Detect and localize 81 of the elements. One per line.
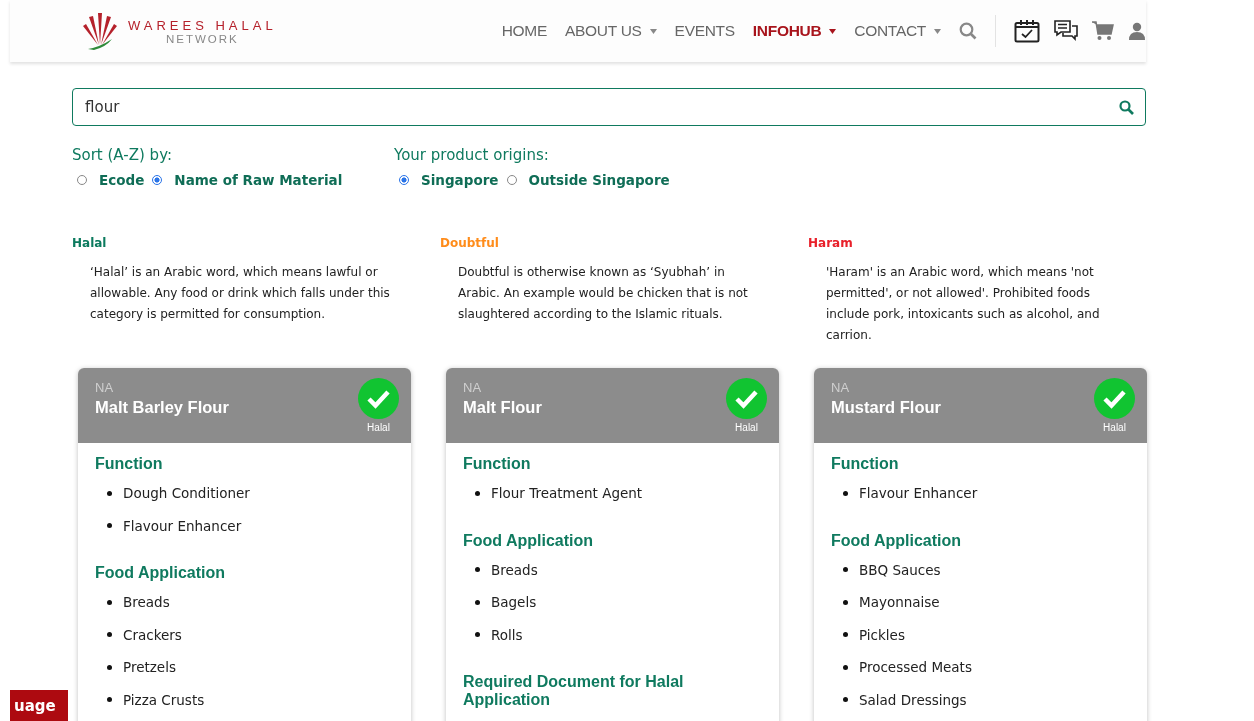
bullet-icon — [475, 599, 480, 605]
bullet-icon — [107, 664, 112, 670]
section-title: Food Application — [95, 564, 227, 582]
section-title: Food Application — [463, 531, 595, 550]
list-item: Flour Treatment Agent — [491, 485, 643, 502]
logo-subtitle: NETWORK — [165, 32, 239, 45]
section-title: Function — [95, 455, 164, 473]
list-item: Rolls — [491, 626, 523, 643]
user-icon[interactable] — [1128, 22, 1146, 40]
list-item: Bagels — [491, 594, 537, 611]
bullet-icon — [843, 664, 848, 670]
bullet-icon — [107, 632, 112, 638]
nav-link[interactable]: INFOHUB — [752, 22, 837, 40]
bullet-icon — [475, 632, 480, 638]
nav-link[interactable]: HOME — [501, 22, 548, 40]
ingredient-name: Malt Flour — [463, 398, 543, 417]
section-title: Food Application — [831, 531, 963, 550]
bullet-icon — [843, 697, 848, 703]
calendar-check-icon[interactable] — [1014, 19, 1040, 43]
check-circle-icon — [726, 378, 767, 419]
bullet-icon — [843, 567, 848, 573]
search-field[interactable]: flour — [72, 88, 1146, 126]
list-item: Flavour Enhancer — [859, 485, 978, 502]
legend-description: 'Haram' is an Arabic word, which means 'not permitted', or not allowed'. Prohibited foods include pork, intoxicants such as alcohol, and carrion. — [826, 264, 1101, 344]
bullet-icon — [107, 523, 112, 529]
radio-option[interactable]: Name of Raw Material — [152, 172, 343, 188]
bullet-icon — [107, 697, 112, 703]
section-title: Function — [463, 455, 532, 473]
bullet-icon — [475, 490, 480, 496]
status-label: Halal — [735, 422, 758, 433]
ingredient-code: NA — [831, 380, 851, 395]
list-item: Dough Conditioner — [123, 485, 250, 502]
status-label: Halal — [1103, 422, 1126, 433]
list-item: Flavour Enhancer — [123, 517, 242, 534]
search-icon[interactable] — [1119, 100, 1134, 115]
list-item: Breads — [123, 594, 170, 611]
radio-option[interactable]: Outside Singapore — [506, 172, 670, 188]
logo-icon — [82, 11, 118, 51]
radio-option[interactable]: Ecode — [77, 172, 145, 188]
bullet-icon — [107, 490, 112, 496]
check-circle-icon — [1094, 378, 1135, 419]
list-item: BBQ Sauces — [859, 561, 941, 578]
radio-option[interactable]: Singapore — [399, 172, 499, 188]
section-title: Required Document for Halal Application — [463, 673, 685, 709]
legend-title: Doubtful — [440, 236, 500, 250]
radio-icon[interactable] — [152, 175, 163, 185]
chat-bubbles-icon[interactable] — [1054, 20, 1078, 42]
cart-icon[interactable] — [1092, 21, 1114, 41]
bullet-icon — [475, 567, 480, 573]
bullet-icon — [843, 599, 848, 605]
list-item: Pickles — [859, 626, 905, 643]
status-label: Halal — [367, 422, 390, 433]
nav-link[interactable]: CONTACT — [854, 22, 941, 40]
legend-title: Halal — [72, 236, 108, 250]
list-item: Salad Dressings — [859, 691, 967, 708]
logo-title: WAREES HALAL — [128, 17, 277, 33]
list-item: Breads — [491, 561, 538, 578]
list-item: Crackers — [123, 626, 182, 643]
language-button[interactable]: uage — [10, 690, 68, 721]
list-item: Pretzels — [123, 659, 176, 676]
list-item: Mayonnaise — [859, 594, 940, 611]
legend-description: Doubtful is otherwise known as ‘Syubhah’ in Arabic. An example would be chicken that is not slaughtered according to the Islamic rituals. — [458, 264, 749, 323]
bullet-icon — [843, 490, 848, 496]
nav-link[interactable]: EVENTS — [674, 22, 735, 40]
ingredient-name: Malt Barley Flour — [95, 398, 230, 417]
list-item: Processed Meats — [859, 659, 972, 676]
legend-title: Haram — [808, 236, 854, 250]
bullet-icon — [843, 632, 848, 638]
ingredient-code: NA — [95, 380, 115, 395]
ingredient-name: Mustard Flour — [831, 398, 942, 417]
check-circle-icon — [358, 378, 399, 419]
ingredient-code: NA — [463, 380, 483, 395]
filter-label: Your product origins: — [394, 146, 550, 164]
list-item: Pizza Crusts — [123, 691, 205, 708]
radio-icon[interactable] — [399, 175, 409, 185]
bullet-icon — [107, 599, 112, 605]
search-icon[interactable] — [959, 22, 977, 40]
section-title: Function — [831, 455, 900, 473]
legend-description: ‘Halal’ is an Arabic word, which means lawful or allowable. Any food or drink which falls under this category is permitted for consumption. — [90, 264, 390, 323]
nav-link[interactable]: ABOUT US — [565, 22, 657, 40]
filter-label: Sort (A-Z) by: — [72, 146, 173, 164]
